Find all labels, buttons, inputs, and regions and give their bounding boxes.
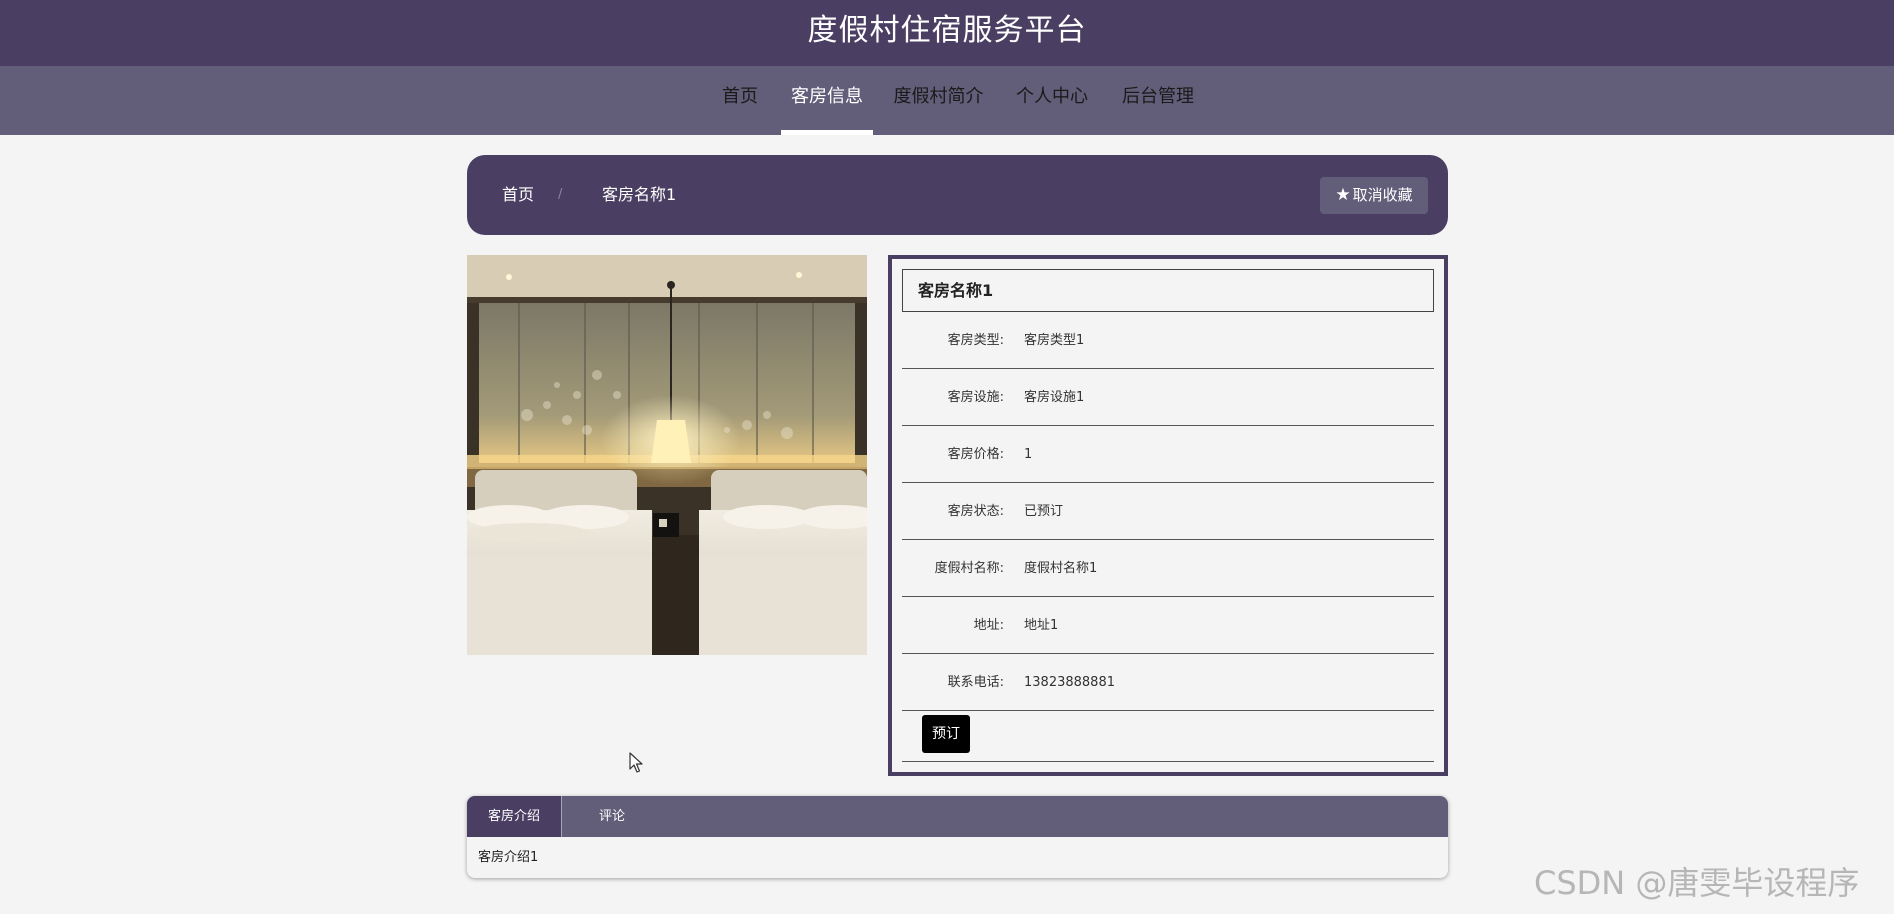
room-detail-panel: 客房名称1 客房类型: 客房类型1 客房设施: 客房设施1 客房价格: 1 客房… bbox=[888, 255, 1448, 776]
nav-item-resort-intro[interactable]: 度假村简介 bbox=[885, 66, 992, 135]
unfavorite-button-label: 取消收藏 bbox=[1352, 186, 1413, 204]
detail-value: 已预订 bbox=[1024, 504, 1064, 519]
site-title: 度假村住宿服务平台 bbox=[807, 13, 1087, 48]
mouse-cursor-icon bbox=[629, 752, 643, 773]
detail-row-status: 客房状态: 已预订 bbox=[902, 483, 1434, 540]
breadcrumb-separator: / bbox=[558, 187, 563, 202]
watermark: CSDN @唐雯毕设程序 bbox=[1534, 864, 1860, 902]
detail-label: 地址: bbox=[973, 618, 1004, 633]
detail-value: 地址1 bbox=[1024, 618, 1059, 633]
nav-item-personal-center[interactable]: 个人中心 bbox=[1008, 66, 1096, 135]
tab-room-intro[interactable]: 客房介绍 bbox=[467, 796, 561, 837]
detail-value: 客房设施1 bbox=[1024, 390, 1085, 405]
detail-label: 客房类型: bbox=[947, 333, 1004, 348]
nav-active-indicator bbox=[781, 130, 873, 135]
top-header: 度假村住宿服务平台 bbox=[0, 0, 1894, 66]
detail-value: 客房类型1 bbox=[1024, 333, 1085, 348]
detail-label: 客房设施: bbox=[947, 390, 1004, 405]
main-nav: 首页 客房信息 度假村简介 个人中心 后台管理 bbox=[0, 66, 1894, 135]
detail-row-phone: 联系电话: 13823888881 bbox=[902, 654, 1434, 711]
unfavorite-button[interactable]: ★ 取消收藏 bbox=[1320, 177, 1428, 214]
nav-item-room-info[interactable]: 客房信息 bbox=[781, 66, 873, 135]
breadcrumb-home-link[interactable]: 首页 bbox=[502, 155, 534, 235]
detail-label: 客房状态: bbox=[947, 504, 1004, 519]
detail-label: 联系电话: bbox=[947, 675, 1004, 690]
detail-value: 1 bbox=[1024, 447, 1033, 462]
tab-comments[interactable]: 评论 bbox=[562, 796, 662, 837]
detail-row-resort-name: 度假村名称: 度假村名称1 bbox=[902, 540, 1434, 597]
nav-item-home[interactable]: 首页 bbox=[711, 66, 769, 135]
breadcrumb-current: 客房名称1 bbox=[602, 185, 677, 204]
book-button[interactable]: 预订 bbox=[922, 715, 970, 753]
detail-row-room-type: 客房类型: 客房类型1 bbox=[902, 312, 1434, 369]
detail-row-facilities: 客房设施: 客房设施1 bbox=[902, 369, 1434, 426]
star-icon: ★ bbox=[1335, 185, 1351, 205]
room-photo bbox=[467, 255, 867, 655]
tab-content: 客房介绍1 bbox=[478, 850, 539, 865]
nav-item-admin[interactable]: 后台管理 bbox=[1112, 66, 1204, 135]
nav-item-room-info-label: 客房信息 bbox=[791, 86, 863, 107]
room-photo-illustration bbox=[467, 255, 867, 655]
detail-label: 度假村名称: bbox=[934, 561, 1004, 576]
detail-value: 度假村名称1 bbox=[1024, 561, 1098, 576]
detail-row-address: 地址: 地址1 bbox=[902, 597, 1434, 654]
tab-strip: 客房介绍 评论 bbox=[467, 796, 1448, 837]
detail-label: 客房价格: bbox=[947, 447, 1004, 462]
info-tabs: 客房介绍 评论 客房介绍1 bbox=[467, 796, 1448, 878]
detail-value: 13823888881 bbox=[1024, 675, 1115, 690]
breadcrumb: 首页 / 客房名称1 ★ 取消收藏 bbox=[467, 155, 1448, 235]
room-title: 客房名称1 bbox=[902, 269, 1434, 312]
detail-actions: 预订 bbox=[902, 709, 1434, 762]
detail-row-price: 客房价格: 1 bbox=[902, 426, 1434, 483]
